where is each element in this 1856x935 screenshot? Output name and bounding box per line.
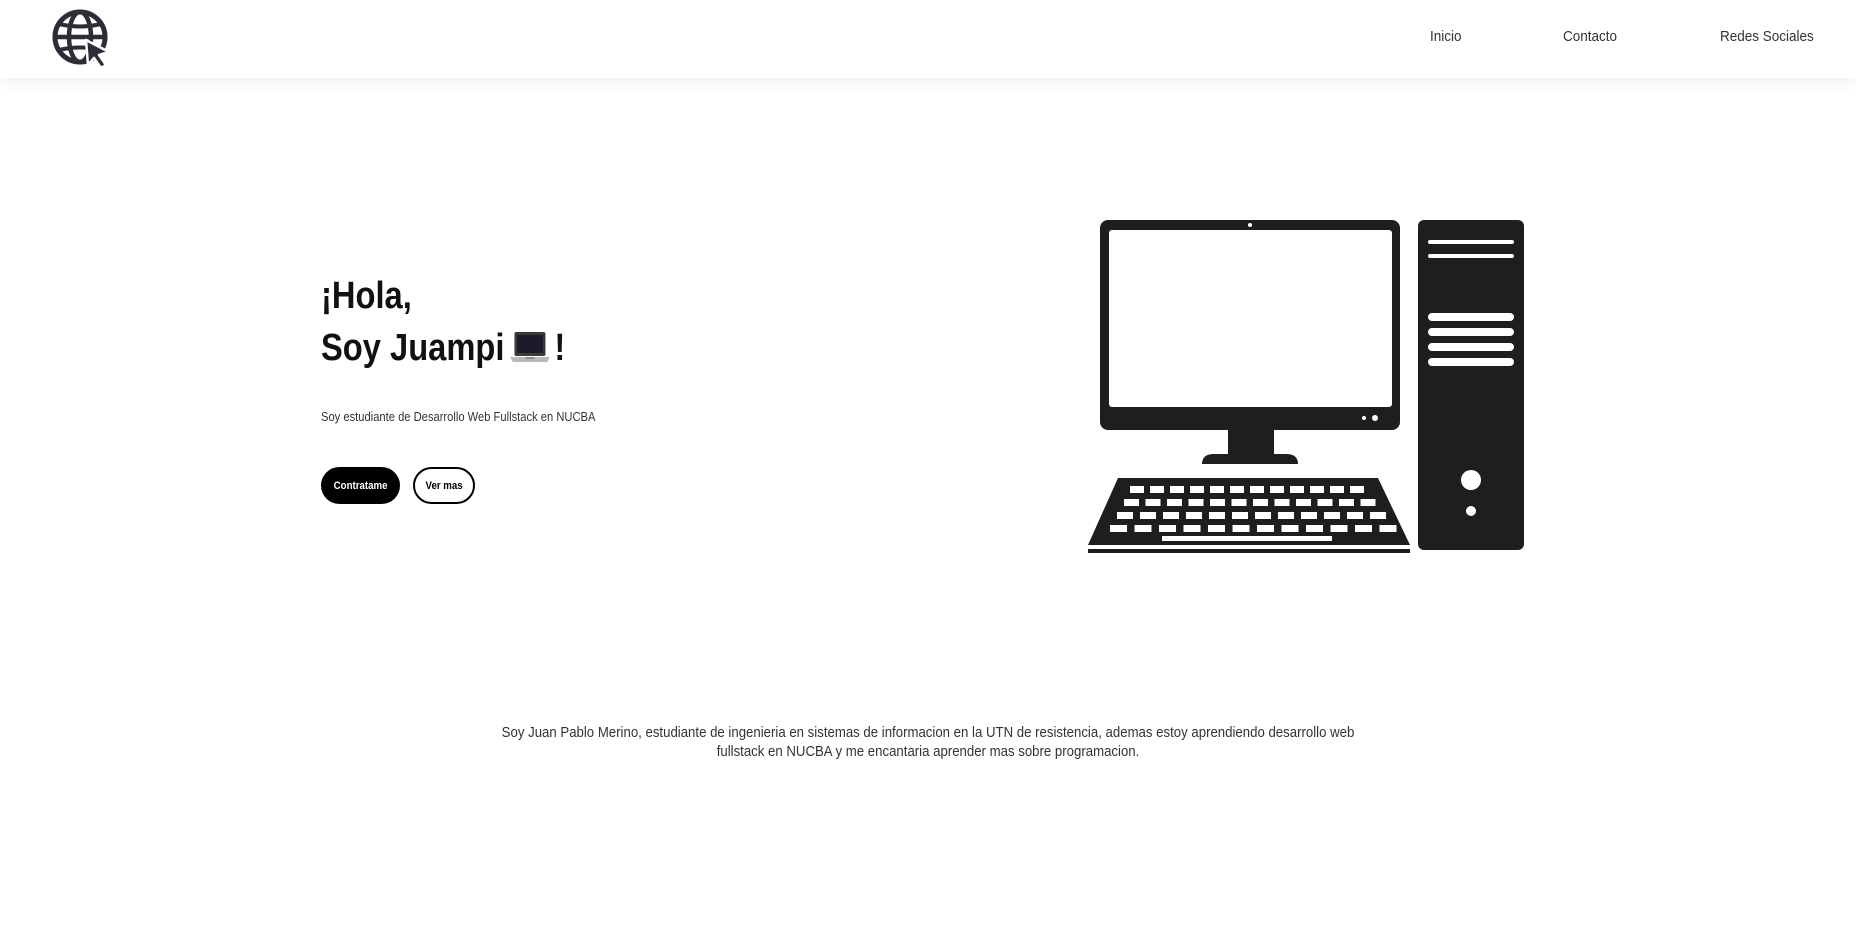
contratame-button-label: Contratame	[333, 479, 388, 492]
keyboard-key	[1253, 499, 1268, 506]
keyboard-key	[1167, 499, 1182, 506]
navbar: Inicio Contacto Redes Sociales	[0, 0, 1856, 78]
keyboard-key	[1209, 512, 1225, 519]
hero-title: ¡Hola, Soy Juampi !	[321, 270, 565, 374]
keyboard-key	[1159, 525, 1176, 532]
keyboard-key	[1170, 486, 1184, 493]
ver-mas-button-label: Ver mas	[425, 479, 463, 492]
keyboard-key	[1208, 525, 1225, 532]
keyboard-key	[1274, 499, 1290, 506]
keyboard-key	[1355, 525, 1372, 532]
keyboard-key	[1379, 525, 1397, 532]
keyboard-key	[1339, 499, 1354, 506]
keyboard-key	[1140, 512, 1156, 519]
hero-title-line-2: Soy Juampi !	[321, 322, 565, 374]
keyboard-key	[1301, 512, 1317, 519]
keyboard-key	[1186, 512, 1202, 519]
ver-mas-button[interactable]: Ver mas	[413, 467, 475, 504]
about-text-content: Soy Juan Pablo Merino, estudiante de ing…	[501, 724, 1355, 760]
keyboard-key	[1145, 499, 1161, 506]
keyboard-key	[1347, 512, 1363, 519]
nav-link-contacto[interactable]: Contacto	[1563, 28, 1617, 45]
desktop-computer-illustration	[1088, 220, 1524, 553]
keyboard-key	[1110, 525, 1127, 532]
keyboard-key	[1270, 486, 1284, 493]
hero-title-exclamation: !	[554, 327, 566, 369]
keyboard-key	[1257, 525, 1274, 532]
keyboard-key	[1232, 512, 1248, 519]
keyboard-key	[1210, 486, 1224, 493]
keyboard-key	[1350, 486, 1364, 493]
keyboard-key	[1306, 525, 1323, 532]
nav-links: Inicio Contacto Redes Sociales	[0, 28, 1856, 52]
contratame-button[interactable]: Contratame	[321, 467, 400, 504]
nav-link-redes-sociales[interactable]: Redes Sociales	[1720, 28, 1814, 45]
keyboard-key	[1255, 512, 1271, 519]
keyboard-key	[1324, 512, 1340, 519]
keyboard-key	[1310, 486, 1324, 493]
keyboard-key	[1130, 486, 1144, 493]
keyboard-key	[1230, 486, 1244, 493]
keyboard-key	[1124, 499, 1139, 506]
keyboard-key	[1330, 486, 1344, 493]
hero-title-line-1: ¡Hola,	[321, 275, 412, 317]
keyboard-key	[1360, 499, 1376, 506]
keyboard-key	[1190, 486, 1204, 493]
keyboard-key	[1232, 525, 1250, 532]
hero-title-name: Soy Juampi	[321, 327, 505, 369]
keyboard-key	[1278, 512, 1294, 519]
keyboard-key	[1290, 486, 1304, 493]
keyboard-key	[1330, 525, 1348, 532]
keyboard-key	[1210, 499, 1225, 506]
keyboard-key	[1188, 499, 1204, 506]
hero-subtitle: Soy estudiante de Desarrollo Web Fullsta…	[321, 409, 596, 424]
laptop-icon	[510, 331, 551, 362]
keyboard-key	[1370, 512, 1386, 519]
keyboard-key	[1183, 525, 1201, 532]
keyboard-key	[1150, 486, 1164, 493]
keyboard-key	[1163, 512, 1179, 519]
keyboard-key	[1117, 512, 1133, 519]
keyboard-key	[1296, 499, 1311, 506]
nav-link-inicio[interactable]: Inicio	[1430, 28, 1462, 45]
keyboard-key	[1250, 486, 1264, 493]
keyboard-key	[1317, 499, 1333, 506]
about-text: Soy Juan Pablo Merino, estudiante de ing…	[440, 723, 1416, 761]
keyboard-key	[1231, 499, 1247, 506]
keyboard-key	[1134, 525, 1152, 532]
keyboard-spacebar	[1162, 536, 1332, 541]
keyboard-key	[1281, 525, 1299, 532]
